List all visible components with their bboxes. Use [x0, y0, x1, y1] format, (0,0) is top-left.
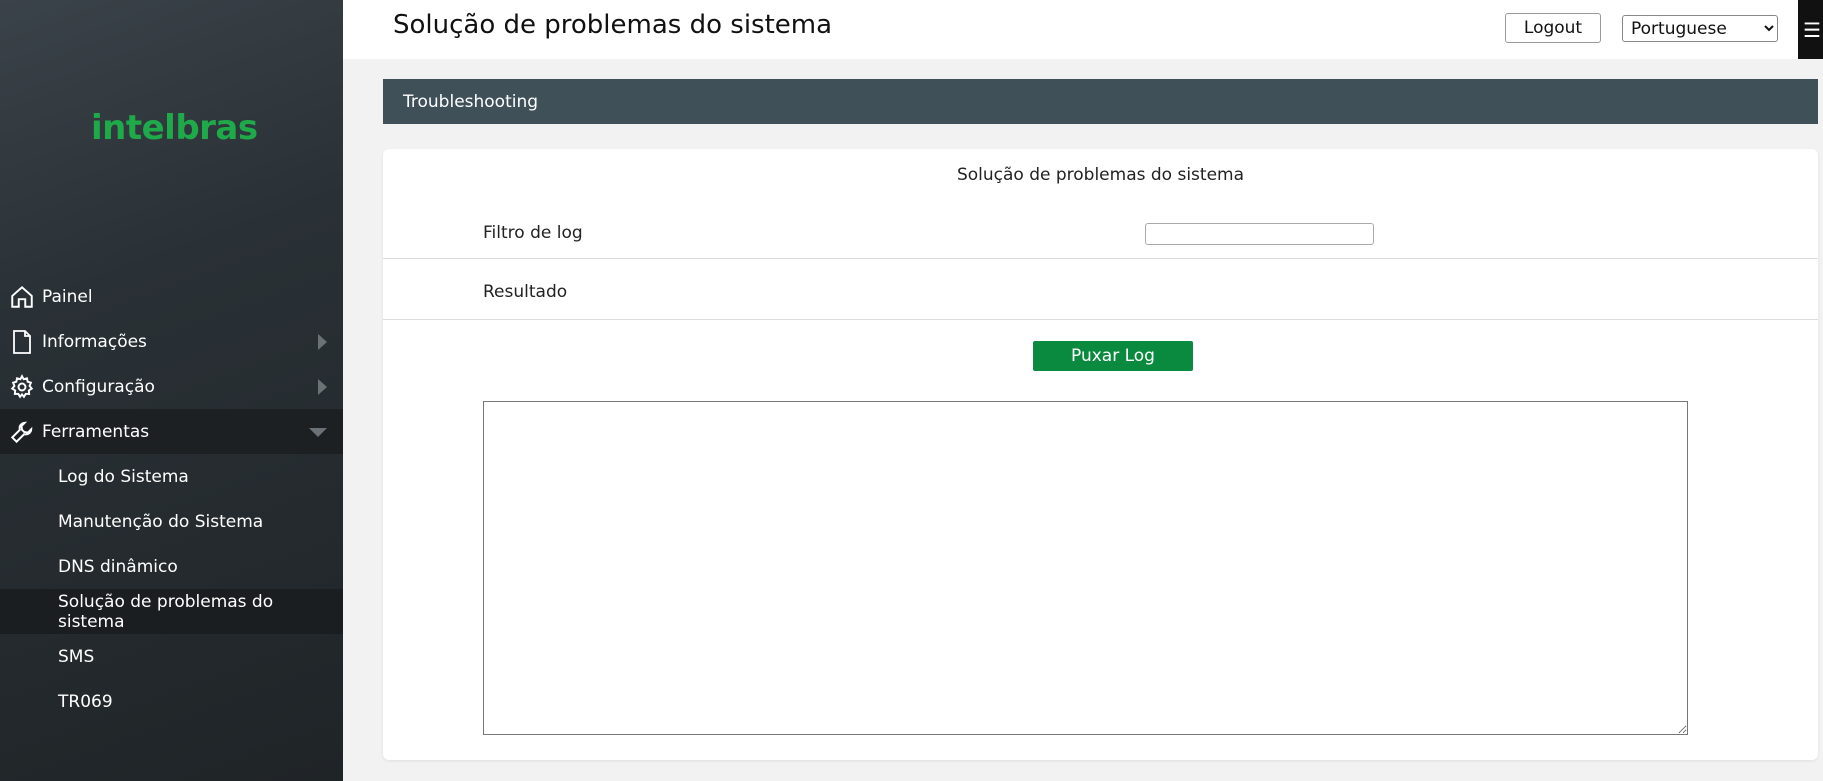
chevron-right-icon — [318, 334, 327, 350]
sidebar-item-painel[interactable]: Painel — [0, 274, 343, 319]
chevron-down-icon — [309, 428, 327, 437]
sidebar-item-informacoes[interactable]: Informações — [0, 319, 343, 364]
filter-row: Filtro de log — [383, 149, 1818, 259]
logo-area: intelbras — [0, 0, 343, 274]
menu-toggle-button[interactable]: ☰ — [1798, 0, 1823, 59]
sidebar-subitem-dns-dinamico[interactable]: DNS dinâmico — [0, 544, 343, 589]
section-header: Troubleshooting — [383, 79, 1818, 124]
hamburger-icon: ☰ — [1803, 17, 1821, 42]
sidebar-subitem-sms[interactable]: SMS — [0, 634, 343, 679]
sidebar-item-configuracao[interactable]: Configuração — [0, 364, 343, 409]
filter-label: Filtro de log — [483, 223, 583, 243]
sidebar: intelbras Painel Informações Configuraçã… — [0, 0, 343, 781]
page-title: Solução de problemas do sistema — [393, 10, 833, 40]
home-icon — [8, 283, 36, 311]
sidebar-subitem-tr069[interactable]: TR069 — [0, 679, 343, 724]
sidebar-item-ferramentas[interactable]: Ferramentas — [0, 409, 343, 454]
sidebar-nav: Painel Informações Configuração Ferramen… — [0, 274, 343, 724]
sidebar-item-label: Informações — [42, 331, 147, 352]
chevron-right-icon — [318, 379, 327, 395]
sidebar-subitem-log-do-sistema[interactable]: Log do Sistema — [0, 454, 343, 499]
document-icon — [8, 328, 36, 356]
sidebar-item-label: Ferramentas — [42, 421, 150, 442]
troubleshooting-panel: Solução de problemas do sistema Filtro d… — [383, 149, 1818, 760]
sidebar-subitem-manutencao[interactable]: Manutenção do Sistema — [0, 499, 343, 544]
logout-button[interactable]: Logout — [1505, 13, 1601, 43]
wrench-icon — [8, 418, 36, 446]
result-label: Resultado — [483, 282, 568, 302]
result-row: Resultado — [383, 259, 1818, 320]
sidebar-subitem-troubleshooting[interactable]: Solução de problemas do sistema — [0, 589, 343, 634]
gear-icon — [8, 373, 36, 401]
pull-log-button[interactable]: Puxar Log — [1033, 341, 1193, 371]
sidebar-item-label: Configuração — [42, 376, 155, 397]
top-bar: Solução de problemas do sistema Logout P… — [343, 0, 1823, 59]
sidebar-item-label: Painel — [42, 286, 93, 307]
log-filter-input[interactable] — [1145, 223, 1374, 245]
log-output-textarea[interactable] — [483, 401, 1688, 735]
language-select[interactable]: Portuguese — [1622, 15, 1778, 42]
brand-logo: intelbras — [91, 108, 258, 148]
